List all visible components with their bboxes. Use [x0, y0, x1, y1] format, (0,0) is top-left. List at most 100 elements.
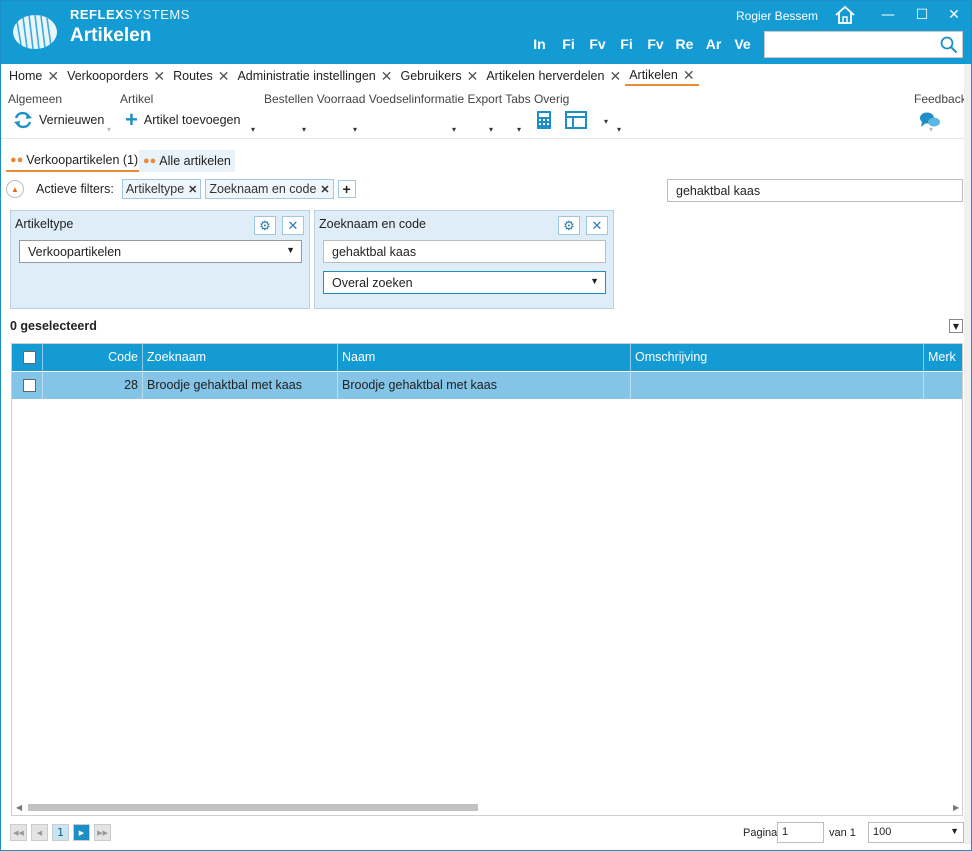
column-code[interactable]: Code — [43, 344, 143, 371]
search-icon[interactable] — [940, 36, 958, 54]
chevron-down-icon[interactable]: ▾ — [353, 125, 357, 134]
chevron-down-icon[interactable]: ▾ — [452, 125, 456, 134]
select-value: 100 — [873, 826, 892, 838]
table-row[interactable]: 28 Broodje gehaktbal met kaas Broodje ge… — [12, 372, 962, 399]
zoeknaam-input[interactable]: gehaktbal kaas — [323, 240, 606, 263]
horizontal-scrollbar[interactable] — [28, 804, 478, 811]
column-zoeknaam[interactable]: Zoeknaam — [143, 344, 338, 371]
refresh-button[interactable]: Vernieuwen — [13, 111, 104, 129]
settings-button[interactable]: ⚙ — [558, 216, 580, 235]
close-icon[interactable]: ✕ — [47, 69, 59, 83]
app-window: REFLEXSYSTEMS Artikelen Rogier Bessem — … — [0, 0, 972, 851]
select-all-cell[interactable] — [12, 344, 43, 371]
ribbon-group-artikel: Artikel — [120, 92, 154, 106]
plus-icon: + — [342, 181, 351, 197]
shortcut-button[interactable]: Ve — [728, 36, 757, 52]
subtab-verkoopartikelen[interactable]: ●● Verkoopartikelen (1) — [6, 150, 143, 172]
home-icon[interactable] — [834, 5, 856, 25]
tab-label: Artikelen — [629, 68, 678, 82]
quick-search-input[interactable]: gehaktbal kaas — [667, 179, 963, 202]
tab-verkooporders[interactable]: Verkooporders ✕ — [63, 66, 169, 86]
tab-administratie-instellingen[interactable]: Administratie instellingen ✕ — [233, 66, 396, 86]
scroll-left-icon[interactable]: ◀ — [16, 803, 22, 812]
user-name[interactable]: Rogier Bessem — [736, 9, 818, 23]
close-icon[interactable]: ✕ — [320, 183, 329, 196]
chevron-down-icon[interactable]: ▾ — [251, 125, 255, 134]
settings-button[interactable]: ⚙ — [254, 216, 276, 235]
calculator-icon[interactable] — [536, 110, 552, 130]
scroll-right-icon[interactable]: ▶ — [953, 803, 959, 812]
prev-page-button[interactable]: ◀ — [31, 824, 48, 841]
close-icon[interactable]: ✕ — [218, 69, 230, 83]
maximize-icon[interactable]: ☐ — [909, 5, 935, 25]
tab-artikelen[interactable]: Artikelen ✕ — [625, 66, 699, 86]
vertical-scrollbar[interactable] — [964, 64, 971, 844]
close-icon[interactable]: ✕ — [381, 69, 393, 83]
row-checkbox[interactable] — [23, 379, 36, 393]
plus-icon: + — [125, 107, 138, 132]
add-filter-button[interactable]: + — [337, 180, 356, 198]
shortcut-button[interactable]: Fv — [583, 36, 612, 52]
filter-chip-artikeltype[interactable]: Artikeltype ✕ — [121, 179, 202, 199]
last-page-button[interactable]: ▶▶ — [94, 824, 111, 841]
remove-filter-button[interactable]: ✕ — [586, 216, 608, 235]
tab-home[interactable]: Home ✕ — [5, 66, 63, 86]
column-naam[interactable]: Naam — [338, 344, 631, 371]
shortcut-button[interactable]: In — [525, 36, 554, 52]
close-icon[interactable]: ✕ — [467, 69, 479, 83]
current-page-button[interactable]: 1 — [52, 824, 69, 841]
global-search-input[interactable] — [764, 31, 963, 58]
chevron-down-icon[interactable]: ▾ — [107, 125, 111, 134]
ribbon-group-tabs[interactable]: Bestellen Voorraad Voedselinformatie Exp… — [264, 92, 569, 106]
chevron-down-icon[interactable]: ▾ — [302, 125, 306, 134]
layout-icon[interactable] — [565, 111, 587, 129]
filter-chip-zoeknaam[interactable]: Zoeknaam en code ✕ — [205, 179, 334, 199]
next-page-button[interactable]: ▶ — [73, 824, 90, 841]
collapse-filters-button[interactable]: ▲ — [6, 180, 24, 198]
chevron-down-icon[interactable]: ▾ — [617, 125, 621, 134]
column-options-button[interactable]: ▼ — [949, 319, 963, 333]
filter-panel-zoeknaam: Zoeknaam en code ⚙ ✕ gehaktbal kaas Over… — [314, 210, 614, 309]
shortcut-button[interactable]: Ar — [699, 36, 728, 52]
tab-routes[interactable]: Routes ✕ — [169, 66, 233, 86]
shortcut-button[interactable]: Fi — [612, 36, 641, 52]
close-icon[interactable]: ✕ — [941, 5, 967, 25]
cell-zoeknaam: Broodje gehaktbal met kaas — [143, 372, 338, 399]
page-size-select[interactable]: 100 ▼ — [868, 822, 964, 843]
subtab-alle-artikelen[interactable]: ●● Alle artikelen — [139, 150, 235, 172]
chevron-down-icon[interactable]: ▾ — [489, 125, 493, 134]
column-omschrijving[interactable]: Omschrijving — [631, 344, 924, 371]
chevron-down-icon[interactable]: ▾ — [604, 117, 608, 126]
shortcut-button[interactable]: Fv — [641, 36, 670, 52]
add-article-button[interactable]: + Artikel toevoegen — [125, 107, 240, 132]
close-icon[interactable]: ✕ — [153, 69, 165, 83]
tab-artikelen-herverdelen[interactable]: Artikelen herverdelen ✕ — [482, 66, 625, 86]
minimize-icon[interactable]: — — [875, 5, 901, 25]
search-mode-select[interactable]: Overal zoeken ▼ — [323, 271, 606, 294]
remove-filter-button[interactable]: ✕ — [282, 216, 304, 235]
shortcut-bar: In Fi Fv Fi Fv Re Ar Ve — [525, 36, 757, 52]
tab-label: Gebruikers — [400, 69, 462, 83]
close-icon[interactable]: ✕ — [188, 183, 197, 196]
select-all-checkbox[interactable] — [23, 351, 36, 365]
row-select-cell[interactable] — [12, 372, 43, 399]
column-merk[interactable]: Merk — [924, 344, 962, 371]
shortcut-button[interactable]: Re — [670, 36, 699, 52]
close-icon: ✕ — [591, 217, 603, 233]
close-icon[interactable]: ✕ — [609, 69, 621, 83]
chevron-down-icon[interactable]: ▾ — [517, 125, 521, 134]
pager: ◀◀ ◀ 1 ▶ ▶▶ — [10, 824, 115, 841]
chip-label: Zoeknaam en code — [209, 182, 317, 196]
cell-naam: Broodje gehaktbal met kaas — [338, 372, 631, 399]
shortcut-button[interactable]: Fi — [554, 36, 583, 52]
chevron-down-icon[interactable]: ▾ — [929, 125, 933, 134]
artikeltype-select[interactable]: Verkoopartikelen ▼ — [19, 240, 302, 263]
page-input[interactable]: 1 — [777, 822, 824, 843]
chevron-down-icon: ▼ — [950, 826, 959, 836]
tab-gebruikers[interactable]: Gebruikers ✕ — [396, 66, 482, 86]
cell-omschrijving — [631, 372, 924, 399]
active-filters-label: Actieve filters: — [36, 182, 114, 196]
close-icon[interactable]: ✕ — [683, 68, 695, 82]
chevron-down-icon: ▼ — [952, 321, 960, 331]
first-page-button[interactable]: ◀◀ — [10, 824, 27, 841]
